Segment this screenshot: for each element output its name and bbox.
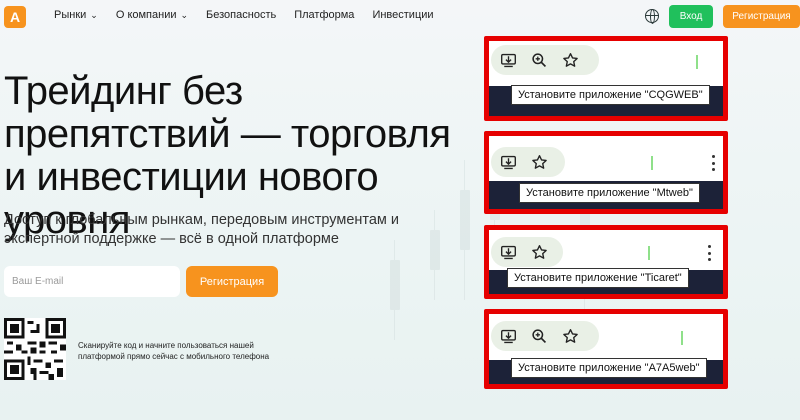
register-top-button[interactable]: Регистрация (723, 5, 800, 28)
green-indicator (696, 55, 698, 69)
toolbar-pill (491, 147, 565, 177)
install-icon[interactable] (499, 153, 517, 171)
star-icon[interactable] (530, 153, 548, 171)
install-popup-cqgweb: Установите приложение "CQGWEB" (484, 36, 728, 121)
star-icon[interactable] (561, 51, 579, 69)
install-popup-mtweb: Установите приложение "Mtweb" (484, 131, 728, 214)
nav-item-security[interactable]: Безопасность (206, 9, 276, 21)
install-tooltip: Установите приложение "CQGWEB" (511, 85, 710, 105)
toolbar-pill (491, 321, 599, 351)
top-nav: A Рынки ⌄ О компании ⌄ Безопасность Платфо… (0, 0, 800, 34)
zoom-icon[interactable] (530, 51, 548, 69)
install-popup-ticaret: Установите приложение "Ticaret" (484, 225, 728, 299)
browser-toolbar (489, 230, 723, 267)
qr-code (4, 318, 66, 380)
install-icon[interactable] (499, 243, 517, 261)
install-icon[interactable] (499, 327, 517, 345)
green-indicator (648, 246, 650, 260)
register-button[interactable]: Регистрация (186, 266, 278, 297)
logo-icon[interactable]: A (4, 6, 26, 28)
nav-item-about[interactable]: О компании ⌄ (116, 9, 188, 21)
install-tooltip: Установите приложение "A7A5web" (511, 358, 707, 378)
install-icon[interactable] (499, 51, 517, 69)
more-menu-icon[interactable] (711, 155, 715, 171)
install-tooltip: Установите приложение "Mtweb" (519, 183, 700, 203)
chevron-down-icon: ⌄ (180, 9, 189, 20)
nav-menu: Рынки ⌄ О компании ⌄ Безопасность Платформ… (54, 9, 434, 21)
toolbar-pill (491, 45, 599, 75)
star-icon[interactable] (530, 243, 548, 261)
chevron-down-icon: ⌄ (90, 9, 98, 20)
hero-subtitle: Доступ к глобальным рынкам, передовым ин… (4, 212, 400, 247)
browser-toolbar (489, 314, 723, 351)
zoom-icon[interactable] (530, 327, 548, 345)
login-button[interactable]: Вход (669, 5, 713, 28)
more-menu-icon[interactable] (707, 245, 711, 261)
green-indicator (681, 331, 683, 345)
nav-item-platform[interactable]: Платформа (294, 9, 354, 21)
green-indicator (651, 156, 653, 170)
nav-item-investments[interactable]: Инвестиции (372, 9, 433, 21)
browser-toolbar (489, 41, 723, 77)
nav-item-markets[interactable]: Рынки ⌄ (54, 9, 98, 21)
email-input[interactable] (4, 266, 180, 297)
install-tooltip: Установите приложение "Ticaret" (507, 268, 689, 288)
toolbar-pill (491, 237, 563, 267)
globe-icon[interactable] (645, 9, 659, 24)
browser-toolbar (489, 136, 723, 177)
install-popup-a7a5web: Установите приложение "A7A5web" (484, 309, 728, 389)
star-icon[interactable] (561, 327, 579, 345)
qr-description: Сканируйте код и начните пользоваться на… (78, 341, 270, 361)
